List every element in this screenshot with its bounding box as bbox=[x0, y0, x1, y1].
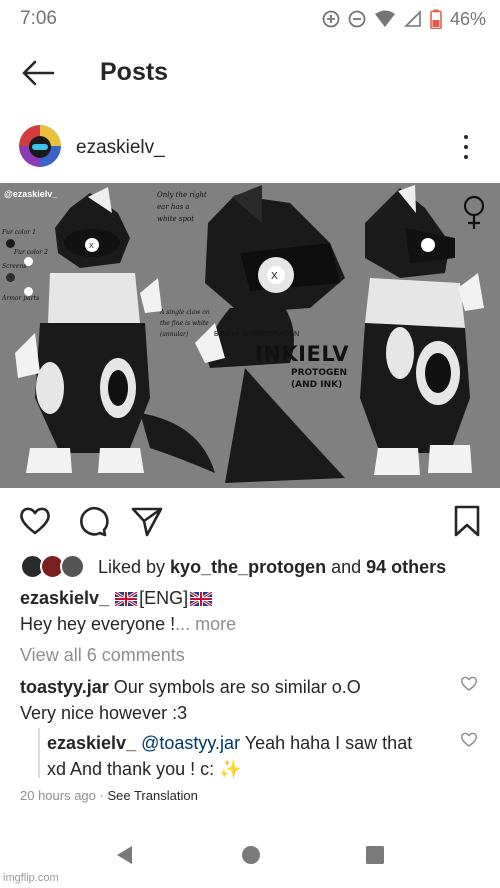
comment-like-heart-icon[interactable] bbox=[460, 731, 478, 747]
likes-text: Liked by kyo_the_protogen and 94 others bbox=[98, 557, 446, 578]
post-username[interactable]: ezaskielv_ bbox=[76, 137, 165, 159]
flag-svg bbox=[190, 591, 213, 606]
view-all-comments-link[interactable]: View all 6 comments bbox=[20, 645, 185, 666]
note-line: the fine is white bbox=[160, 320, 209, 327]
comment-line: xd And thank you ! c: ✨ bbox=[47, 756, 452, 782]
status-bar: 7:06 46% bbox=[0, 0, 500, 38]
comment-text: Our symbols are so similar o.O bbox=[108, 677, 361, 697]
likes-count[interactable]: 94 others bbox=[366, 557, 446, 577]
likes-row[interactable]: Liked by kyo_the_protogen and 94 others bbox=[20, 552, 446, 582]
liker-avatar bbox=[60, 554, 85, 579]
battery-icon bbox=[430, 9, 442, 29]
dnd-icon bbox=[348, 10, 366, 28]
bookmark-icon bbox=[454, 505, 480, 537]
color-label-fur2: Fur color 2 bbox=[14, 249, 48, 256]
color-label-screens: Screens bbox=[2, 263, 27, 270]
more-dot bbox=[464, 145, 468, 149]
comment-text: xd And thank you ! c: bbox=[47, 759, 220, 779]
comment-username[interactable]: toastyy.jar bbox=[20, 677, 109, 697]
signal-icon bbox=[404, 10, 421, 27]
liker-username[interactable]: kyo_the_protogen bbox=[170, 557, 326, 577]
note-line: white spot bbox=[157, 215, 195, 223]
more-dot bbox=[464, 155, 468, 159]
see-translation-link[interactable]: See Translation bbox=[107, 788, 197, 803]
species-line: (AND INK) bbox=[291, 380, 343, 390]
page-title: Posts bbox=[100, 58, 169, 86]
svg-text:X: X bbox=[271, 271, 278, 282]
status-time: 7:06 bbox=[20, 8, 57, 29]
caption-lang-tag: [ENG] bbox=[139, 588, 189, 608]
color-label-fur1: Fur color 1 bbox=[2, 229, 36, 236]
comment-mention[interactable]: @toastyy.jar bbox=[141, 733, 240, 753]
comment-like-heart-icon[interactable] bbox=[460, 675, 478, 691]
character-species: PROTOGEN (AND INK) bbox=[291, 367, 347, 391]
uk-flag-icon bbox=[115, 591, 138, 606]
caption-username[interactable]: ezaskielv_ bbox=[20, 588, 109, 609]
image-base-credit: Base by SUMARIDRAGON bbox=[214, 331, 300, 338]
wifi-icon bbox=[374, 10, 395, 27]
post-header: ezaskielv_ bbox=[0, 120, 500, 176]
likes-prefix: Liked by bbox=[98, 556, 171, 577]
imgflip-watermark: imgflip.com bbox=[3, 872, 59, 884]
liker-avatars bbox=[20, 553, 90, 581]
comment-reply: ezaskielv_ @toastyy.jar Yeah haha I saw … bbox=[47, 730, 452, 782]
comment-icon bbox=[80, 507, 109, 537]
caption-body: Hey hey everyone ! bbox=[20, 614, 176, 634]
more-options-button[interactable] bbox=[455, 132, 477, 162]
back-button[interactable] bbox=[20, 58, 56, 88]
svg-text:X: X bbox=[89, 243, 94, 250]
post-timestamp: 20 hours ago bbox=[20, 788, 96, 803]
post-actions bbox=[0, 500, 500, 540]
avatar-image bbox=[19, 125, 61, 167]
swatch-fur1 bbox=[6, 239, 15, 248]
like-button[interactable] bbox=[18, 504, 52, 538]
comment-text: Yeah haha I saw that bbox=[240, 733, 413, 753]
comment-username[interactable]: ezaskielv_ bbox=[47, 733, 136, 753]
image-watermark: @ezaskielv_ bbox=[4, 189, 58, 199]
share-icon bbox=[131, 507, 163, 537]
data-saver-icon bbox=[322, 10, 340, 28]
caption-more-link[interactable]: ... more bbox=[175, 614, 236, 634]
nav-back-icon[interactable] bbox=[114, 844, 136, 866]
color-label-armor: Armor parts bbox=[2, 295, 40, 302]
app-header: Posts bbox=[0, 50, 500, 96]
caption-header: ezaskielv_ [ENG] bbox=[20, 588, 213, 609]
swatch-screens bbox=[6, 273, 15, 282]
post-timestamp-row: 20 hours ago · See Translation bbox=[20, 788, 198, 803]
uk-flag-icon bbox=[190, 591, 213, 606]
comment: toastyy.jar Our symbols are so similar o… bbox=[20, 674, 440, 726]
nav-recents-icon[interactable] bbox=[364, 844, 386, 866]
back-arrow-icon bbox=[22, 60, 55, 86]
flag-svg bbox=[115, 591, 138, 606]
note-line: A single claw on bbox=[160, 309, 210, 316]
share-button[interactable] bbox=[130, 504, 164, 538]
more-vertical-icon bbox=[464, 135, 468, 139]
heart-icon bbox=[20, 507, 50, 535]
post-image[interactable]: X X @ezaskielv_ Only the right ear has a… bbox=[0, 183, 500, 488]
battery-percent: 46% bbox=[449, 8, 486, 29]
species-line: PROTOGEN bbox=[291, 368, 348, 378]
note-line: Only the right bbox=[157, 191, 207, 199]
likes-middle: and bbox=[326, 556, 367, 577]
note-line: (annular) bbox=[160, 331, 189, 338]
sparkles-icon: ✨ bbox=[219, 759, 242, 779]
comment-text: Very nice however :3 bbox=[20, 703, 188, 723]
separator: · bbox=[95, 788, 108, 803]
image-note-claw: A single claw on the fine is white (annu… bbox=[160, 307, 210, 340]
female-symbol-icon bbox=[463, 195, 485, 229]
note-line: ear has a bbox=[157, 203, 190, 211]
android-nav-bar bbox=[0, 830, 500, 880]
comment-line: toastyy.jar Our symbols are so similar o… bbox=[20, 674, 440, 700]
image-note-ear: Only the right ear has a white spot bbox=[157, 189, 207, 225]
comment-button[interactable] bbox=[75, 504, 109, 538]
nav-home-icon[interactable] bbox=[240, 844, 262, 866]
caption-text: Hey hey everyone !... more bbox=[20, 614, 236, 635]
status-icons: 46% bbox=[322, 9, 486, 30]
reply-thread-line bbox=[38, 728, 40, 778]
save-button[interactable] bbox=[450, 504, 484, 538]
comment-line: ezaskielv_ @toastyy.jar Yeah haha I saw … bbox=[47, 730, 452, 756]
avatar[interactable] bbox=[19, 125, 61, 167]
character-name: INKIELV bbox=[255, 342, 350, 366]
